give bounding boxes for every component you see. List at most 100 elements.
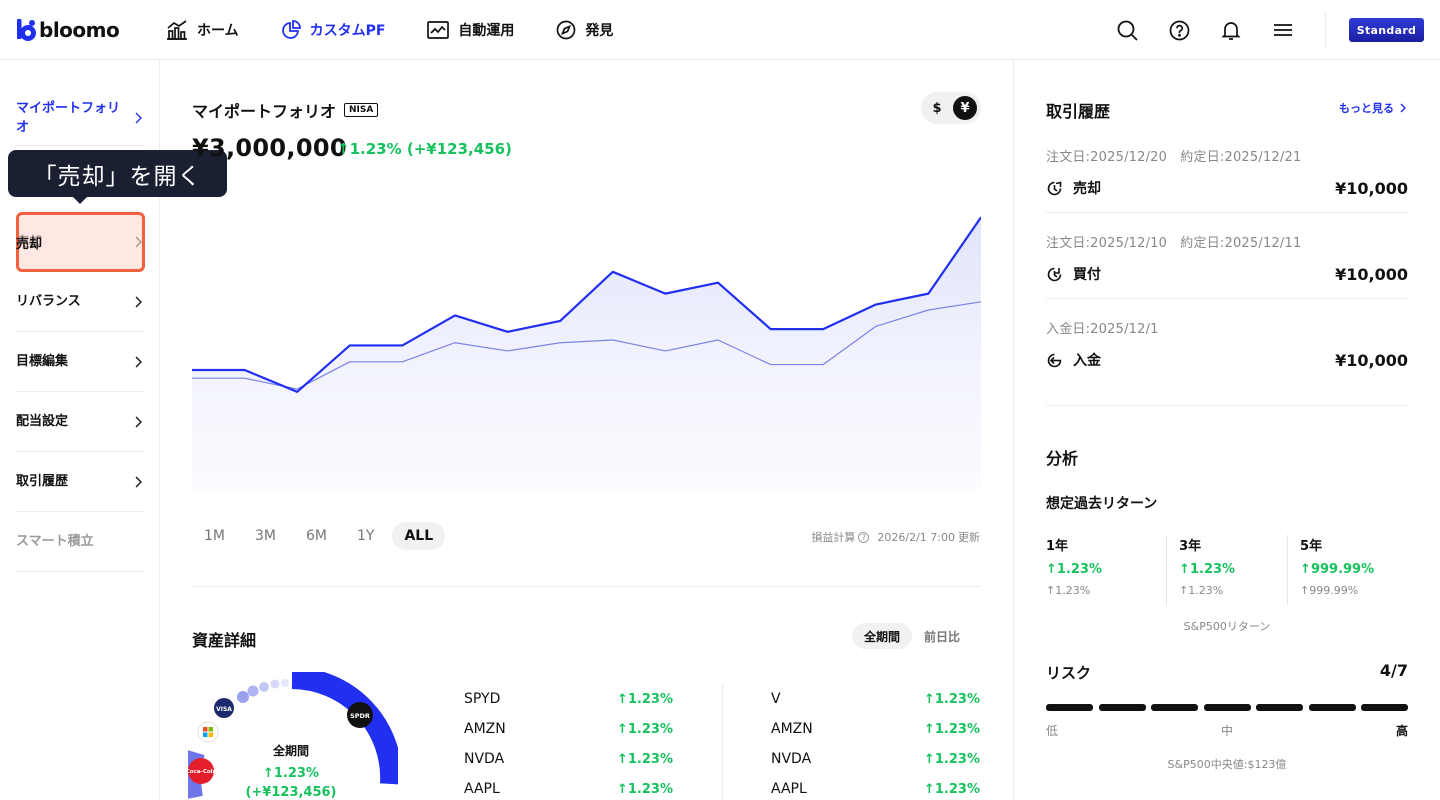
holding-row[interactable]: SPYD ↑1.23% bbox=[464, 684, 673, 714]
updated-suffix: 更新 bbox=[958, 531, 980, 544]
donut-label: 全期間 bbox=[272, 744, 309, 758]
question-icon[interactable]: ? bbox=[858, 531, 870, 543]
portfolio-change-text: 1.23% (+¥123,456) bbox=[349, 140, 512, 158]
sidebar-item-smart-saving: スマート積立 bbox=[16, 512, 144, 572]
transaction-item[interactable]: 注文日:2025/12/10 約定日:2025/12/11 買付 ¥10,000 bbox=[1046, 232, 1408, 299]
analysis-title: 分析 bbox=[1046, 449, 1079, 468]
search-icon[interactable] bbox=[1116, 19, 1138, 41]
return-value: ↑1.23% bbox=[1179, 562, 1236, 577]
nav-auto[interactable]: 自動運用 bbox=[427, 0, 514, 60]
holding-row[interactable]: AAPL ↑1.23% bbox=[771, 774, 980, 800]
sidebar-item-dividend[interactable]: 配当設定 bbox=[16, 392, 144, 452]
holding-change-text: 1.23% bbox=[934, 691, 980, 707]
nav-home[interactable]: ホーム bbox=[166, 0, 239, 60]
return-cell: 5年 ↑999.99% ↑999.99% bbox=[1287, 535, 1408, 605]
sidebar-item-my-portfolio[interactable]: マイポートフォリオ bbox=[16, 90, 144, 146]
plan-badge[interactable]: Standard bbox=[1349, 18, 1424, 42]
performance-chart[interactable] bbox=[192, 190, 981, 490]
right-panel: 取引履歴 もっと見る 注文日:2025/12/20 約定日:2025/12/21… bbox=[1015, 60, 1440, 800]
transaction-amount: ¥10,000 bbox=[1335, 350, 1408, 370]
chevron-right-icon bbox=[132, 112, 144, 124]
help-icon[interactable] bbox=[1168, 19, 1190, 41]
line-chart-icon bbox=[427, 21, 450, 39]
range-1y[interactable]: 1Y bbox=[345, 522, 386, 550]
holding-change: ↑1.23% bbox=[923, 751, 980, 767]
spdr-logo-text: SPDR bbox=[350, 712, 370, 720]
risk-mid-label: 中 bbox=[1220, 724, 1233, 738]
range-tabs: 1M 3M 6M 1Y ALL bbox=[192, 522, 451, 550]
chevron-right-icon bbox=[132, 356, 144, 368]
compass-icon bbox=[557, 20, 576, 40]
holding-row[interactable]: V ↑1.23% bbox=[771, 684, 980, 714]
top-header: bloomo ホーム カスタムPF 自動運用 発見 Standard bbox=[0, 0, 1440, 60]
sidebar-item-label: スマート積立 bbox=[16, 534, 94, 549]
sidebar-item-rebalance[interactable]: リバランス bbox=[16, 272, 144, 332]
sidebar-sell-overlay-label[interactable]: 売却 bbox=[16, 233, 42, 252]
header-actions bbox=[1086, 0, 1294, 60]
chevron-right-icon bbox=[132, 296, 144, 308]
holding-ticker: AMZN bbox=[464, 721, 506, 737]
risk-value: 4/7 bbox=[1379, 661, 1408, 680]
holdings-right: V ↑1.23% AMZN ↑1.23% NVDA ↑1.23% AAPL ↑1.23% bbox=[771, 684, 980, 800]
range-1m[interactable]: 1M bbox=[192, 522, 237, 550]
return-value-text: 1.23% bbox=[1189, 562, 1236, 577]
transaction-item[interactable]: 注文日:2025/12/20 約定日:2025/12/21 売却 ¥10,000 bbox=[1046, 146, 1408, 213]
nav-home-label: ホーム bbox=[197, 23, 239, 39]
risk-bar-segment bbox=[1151, 704, 1198, 711]
more-link-label: もっと見る bbox=[1339, 102, 1394, 115]
holding-change: ↑1.23% bbox=[923, 781, 980, 797]
currency-jpy-option[interactable]: ¥ bbox=[953, 96, 977, 120]
portfolio-change: ↑1.23% (+¥123,456) bbox=[337, 140, 512, 158]
holdings-separator bbox=[722, 684, 723, 800]
pie-chart-icon bbox=[281, 20, 301, 39]
more-link[interactable]: もっと見る bbox=[1339, 100, 1406, 116]
logo-text: bloomo bbox=[39, 18, 120, 42]
nav-discover-label: 発見 bbox=[585, 23, 614, 39]
return-sp: ↑999.99% bbox=[1300, 584, 1359, 597]
tab-all-period[interactable]: 全期間 bbox=[852, 623, 913, 649]
range-3m[interactable]: 3M bbox=[243, 522, 288, 550]
return-value-text: 999.99% bbox=[1310, 562, 1375, 577]
chevron-right-icon bbox=[132, 416, 144, 428]
holding-row[interactable]: NVDA ↑1.23% bbox=[771, 744, 980, 774]
risk-bars bbox=[1046, 704, 1408, 711]
range-all[interactable]: ALL bbox=[392, 522, 446, 550]
holding-change: ↑1.23% bbox=[923, 691, 980, 707]
chevron-right-icon bbox=[132, 476, 144, 488]
nav-auto-label: 自動運用 bbox=[458, 23, 515, 39]
holding-ticker: AAPL bbox=[771, 781, 807, 797]
transaction-amount: ¥10,000 bbox=[1335, 264, 1408, 284]
bloomo-logo[interactable]: bloomo bbox=[16, 17, 120, 43]
logo-mark-icon bbox=[16, 18, 37, 42]
range-6m[interactable]: 6M bbox=[294, 522, 339, 550]
holding-row[interactable]: AMZN ↑1.23% bbox=[464, 714, 673, 744]
holding-row[interactable]: AMZN ↑1.23% bbox=[771, 714, 980, 744]
right-divider bbox=[1046, 405, 1408, 406]
tab-day-change[interactable]: 前日比 bbox=[912, 623, 972, 649]
transaction-item[interactable]: 入金日:2025/12/1 入金 ¥10,000 bbox=[1046, 318, 1408, 405]
sidebar-item-goal-edit[interactable]: 目標編集 bbox=[16, 332, 144, 392]
currency-toggle[interactable]: $ ¥ bbox=[921, 92, 981, 124]
risk-bar-segment bbox=[1361, 704, 1408, 711]
holding-change-text: 1.23% bbox=[934, 781, 980, 797]
header-divider bbox=[1325, 12, 1326, 48]
sidebar-item-history[interactable]: 取引履歴 bbox=[16, 452, 144, 512]
currency-usd-option[interactable]: $ bbox=[925, 96, 949, 120]
pl-calc-label[interactable]: 損益計算 bbox=[811, 529, 855, 545]
sp500-median: S&P500中央値:$123億 bbox=[1167, 758, 1287, 771]
nav-discover[interactable]: 発見 bbox=[556, 0, 613, 60]
holdings-left: SPYD ↑1.23% AMZN ↑1.23% NVDA ↑1.23% AAPL ↑1.… bbox=[464, 684, 673, 800]
bell-icon[interactable] bbox=[1220, 19, 1242, 41]
transaction-meta: 注文日:2025/12/10 約定日:2025/12/11 bbox=[1046, 236, 1302, 251]
menu-icon[interactable] bbox=[1272, 19, 1294, 41]
return-sp-text: 999.99% bbox=[1309, 584, 1359, 597]
holding-row[interactable]: NVDA ↑1.23% bbox=[464, 744, 673, 774]
holding-row[interactable]: AAPL ↑1.23% bbox=[464, 774, 673, 800]
holding-change: ↑1.23% bbox=[616, 781, 673, 797]
transaction-kind: 入金 bbox=[1073, 353, 1101, 369]
nav-custom-pf[interactable]: カスタムPF bbox=[281, 0, 385, 60]
main-panel: マイポートフォリオ NISA $ ¥ ¥3,000,000 ↑1.23% (+¥… bbox=[160, 60, 1014, 800]
return-year: 1年 bbox=[1046, 539, 1069, 554]
risk-low-label: 低 bbox=[1046, 724, 1059, 738]
sell-icon bbox=[1047, 181, 1062, 195]
